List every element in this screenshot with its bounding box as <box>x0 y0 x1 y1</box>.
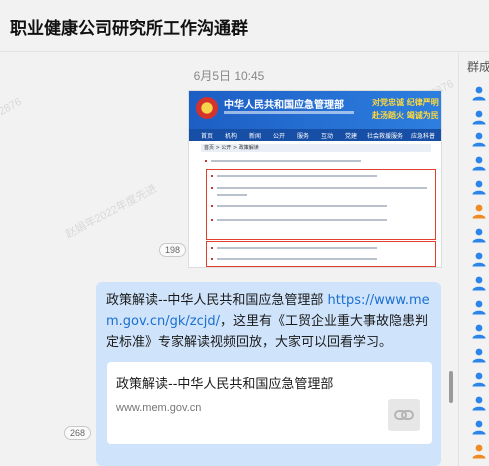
read-count-badge[interactable]: 198 <box>159 243 187 257</box>
link-chain-icon <box>388 399 420 431</box>
website-list-line <box>217 194 247 196</box>
website-list-line <box>217 247 377 249</box>
list-bullet <box>211 258 213 260</box>
title-bar: 职业健康公司研究所工作沟通群 <box>0 0 489 52</box>
website-list-line <box>217 258 377 260</box>
list-bullet <box>205 160 207 162</box>
link-preview-title: 政策解读--中华人民共和国应急管理部 <box>116 377 334 392</box>
website-nav-item: 应急科普 <box>411 133 436 140</box>
slogan-item: 纪律严明 <box>406 98 439 107</box>
text-message-bubble[interactable]: 政策解读--中华人民共和国应急管理部 https://www.mem.gov.c… <box>96 282 441 466</box>
list-bullet <box>211 219 213 221</box>
website-nav-item: 机构 <box>225 133 238 140</box>
member-avatar-icon[interactable] <box>471 85 487 101</box>
website-nav-item: 社会救援服务 <box>367 133 404 140</box>
website-list-line <box>217 187 427 189</box>
chat-area[interactable]: 2876 2876 赵娟年2022年度先进 6月5日 10:45 中华人民共和国… <box>0 53 458 466</box>
watermark: 2876 <box>0 95 24 119</box>
watermark: 赵娟年2022年度先进 <box>63 182 159 242</box>
slogan-item: 赴汤蹈火 <box>372 111 404 120</box>
image-message[interactable]: 中华人民共和国应急管理部 对党忠诚 纪律严明 赴汤蹈火 竭诚为民 首页 机构 新… <box>188 90 442 268</box>
website-breadcrumb-text: 首页 > 公开 > 政策解读 <box>204 145 259 151</box>
list-bullet <box>211 187 213 189</box>
message-timestamp: 6月5日 10:45 <box>193 69 265 83</box>
group-title: 职业健康公司研究所工作沟通群 <box>10 19 248 39</box>
slogan-item: 竭诚为民 <box>406 111 439 120</box>
member-avatar-icon[interactable] <box>471 323 487 339</box>
website-list-line <box>217 219 387 221</box>
website-nav-item: 党建 <box>345 133 358 140</box>
website-breadcrumb: 首页 > 公开 > 政策解读 <box>201 144 431 152</box>
member-avatar-icon[interactable] <box>471 443 487 459</box>
national-emblem-icon <box>196 97 218 119</box>
website-nav-item: 新闻 <box>249 133 262 140</box>
member-avatar-icon[interactable] <box>471 227 487 243</box>
message-text: 政策解读--中华人民共和国应急管理部 https://www.mem.gov.c… <box>106 290 436 353</box>
member-avatar-icon[interactable] <box>471 395 487 411</box>
member-avatar-icon[interactable] <box>471 419 487 435</box>
member-avatar-icon[interactable] <box>471 203 487 219</box>
member-avatar-icon[interactable] <box>471 251 487 267</box>
website-list-line <box>211 160 361 162</box>
website-nav: 首页 机构 新闻 公开 服务 互动 党建 社会救援服务 应急科普 <box>189 129 441 141</box>
website-nav-item: 公开 <box>273 133 286 140</box>
website-nav-item: 服务 <box>297 133 310 140</box>
website-nav-item: 互动 <box>321 133 334 140</box>
member-avatar-icon[interactable] <box>471 131 487 147</box>
chat-scrollbar[interactable] <box>449 371 453 403</box>
member-avatar-icon[interactable] <box>471 299 487 315</box>
link-preview-domain: www.mem.gov.cn <box>116 402 202 414</box>
website-org-subtitle <box>224 111 354 114</box>
website-nav-item: 首页 <box>201 133 214 140</box>
member-avatar-icon[interactable] <box>471 155 487 171</box>
member-sidebar[interactable]: 群成 <box>458 53 489 466</box>
website-list-line <box>217 205 387 207</box>
website-banner: 中华人民共和国应急管理部 对党忠诚 纪律严明 赴汤蹈火 竭诚为民 <box>189 91 441 129</box>
member-avatar-icon[interactable] <box>471 347 487 363</box>
member-avatar-icon[interactable] <box>471 109 487 125</box>
website-org-name: 中华人民共和国应急管理部 <box>224 100 344 111</box>
member-avatar-icon[interactable] <box>471 371 487 387</box>
message-prefix: 政策解读--中华人民共和国应急管理部 <box>106 293 328 308</box>
member-avatar-icon[interactable] <box>471 275 487 291</box>
highlight-box <box>206 241 436 267</box>
slogan-item: 对党忠诚 <box>372 98 404 107</box>
member-avatar-icon[interactable] <box>471 179 487 195</box>
list-bullet <box>211 205 213 207</box>
website-list-line <box>217 175 377 177</box>
member-list-title: 群成 <box>467 60 489 74</box>
read-count-badge[interactable]: 268 <box>64 426 92 440</box>
website-slogan: 对党忠诚 纪律严明 赴汤蹈火 竭诚为民 <box>372 96 439 122</box>
link-preview-card[interactable]: 政策解读--中华人民共和国应急管理部 www.mem.gov.cn <box>107 362 432 444</box>
list-bullet <box>211 247 213 249</box>
list-bullet <box>211 175 213 177</box>
